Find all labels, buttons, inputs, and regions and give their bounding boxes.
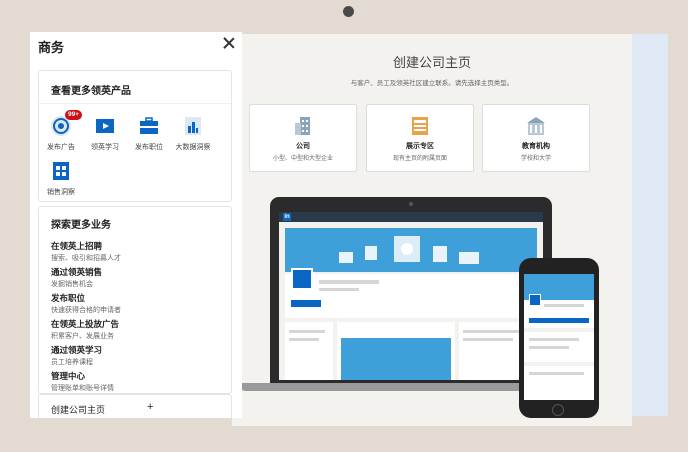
service-title: 发布职位 [51, 293, 86, 303]
follow-button [291, 300, 321, 307]
placeholder-line [463, 330, 523, 333]
service-title: 管理中心 [51, 371, 86, 381]
phone-logo [529, 294, 541, 306]
product-label: 领英学习 [91, 144, 119, 151]
service-desc: 发掘销售机会 [51, 281, 93, 288]
banner-illustration [339, 236, 479, 264]
placeholder-line [544, 304, 584, 307]
option-desc: 现有主页的附属页面 [392, 156, 447, 162]
product-jobs[interactable]: 发布职位 [127, 114, 171, 152]
product-label: 销售洞察 [47, 189, 75, 196]
plus-icon: + [147, 401, 154, 413]
service-recruit[interactable]: 在领英上招聘 搜索、吸引和招募人才 [51, 240, 121, 263]
service-title: 通过领英学习 [51, 345, 103, 355]
service-desc: 积累客户、发展业务 [51, 333, 114, 340]
page-title: 创建公司主页 [392, 55, 471, 70]
phone-button [529, 318, 589, 323]
target-icon: 99+ [49, 110, 83, 138]
create-page-label: 创建公司主页 [51, 405, 106, 415]
service-post-job[interactable]: 发布职位 快速获得合格的申请者 [51, 292, 121, 315]
close-icon[interactable] [222, 36, 236, 50]
create-page-link[interactable]: 创建公司主页 + [38, 394, 232, 418]
option-title: 展示专区 [406, 143, 434, 150]
placeholder-line [529, 372, 584, 375]
school-icon [525, 115, 547, 137]
placeholder-line [319, 288, 359, 291]
products-heading: 查看更多领英产品 [39, 71, 231, 104]
phone-home-button [552, 404, 564, 416]
placeholder-line [289, 338, 319, 341]
placeholder-line [289, 330, 325, 333]
option-company[interactable]: 公司 小型、中型和大型企业 [249, 104, 357, 172]
product-insights[interactable]: 大数据洞察 [171, 114, 215, 152]
phone-mockup [519, 258, 599, 418]
products-card: 查看更多领英产品 99+ 发布广告 领英学习 发布职位 大数据洞察 销售洞察 [38, 70, 232, 202]
feed-image [341, 338, 451, 380]
service-advertise[interactable]: 在领英上投放广告 积累客户、发展业务 [51, 318, 119, 341]
service-sales[interactable]: 通过领英销售 发掘销售机会 [51, 266, 102, 289]
background-strip [630, 34, 668, 416]
service-title: 在领英上招聘 [51, 241, 103, 251]
camera-dot [409, 202, 413, 206]
option-title: 公司 [296, 143, 310, 150]
service-title: 通过领英销售 [51, 267, 103, 277]
product-learning[interactable]: 领英学习 [83, 114, 127, 152]
business-panel: 商务 查看更多领英产品 99+ 发布广告 领英学习 发布职位 大数据洞察 销售洞… [30, 32, 242, 418]
insights-icon [181, 114, 205, 138]
placeholder-line [529, 346, 569, 349]
product-sales[interactable]: 销售洞察 [39, 159, 83, 197]
option-desc: 小型、中型和大型企业 [272, 156, 333, 162]
company-logo [291, 268, 313, 290]
laptop-mockup: in [270, 197, 552, 383]
window-dot [343, 6, 354, 17]
product-label: 发布广告 [47, 144, 75, 151]
building-icon [292, 115, 314, 137]
service-title: 在领英上投放广告 [51, 319, 120, 329]
service-desc: 管理账单和账号详情 [51, 385, 114, 392]
product-label: 大数据洞察 [175, 144, 211, 151]
placeholder-line [529, 338, 579, 341]
product-ads[interactable]: 99+ 发布广告 [39, 110, 83, 152]
laptop-nav: in [279, 212, 543, 222]
showcase-icon [409, 115, 431, 137]
notification-badge: 99+ [65, 110, 83, 120]
option-title: 教育机构 [522, 143, 550, 150]
option-desc: 学校和大学 [520, 156, 551, 162]
service-desc: 快速获得合格的申请者 [51, 307, 121, 314]
laptop-screen: in [279, 212, 543, 380]
service-learning[interactable]: 通过领英学习 员工培养课程 [51, 344, 102, 367]
play-icon [93, 114, 117, 138]
phone-screen [524, 274, 594, 400]
briefcase-icon [137, 114, 161, 138]
service-admin[interactable]: 管理中心 管理账单和账号详情 [51, 370, 114, 393]
placeholder-line [319, 280, 379, 284]
page-subtitle: 与客户、员工及领英社区建立联系。请先选择主页类型。 [350, 80, 514, 87]
sales-icon [49, 159, 73, 183]
linkedin-logo-icon: in [283, 213, 291, 221]
explore-heading: 探索更多业务 [51, 220, 111, 231]
option-showcase[interactable]: 展示专区 现有主页的附属页面 [366, 104, 474, 172]
option-school[interactable]: 教育机构 学校和大学 [482, 104, 590, 172]
create-company-page: 创建公司主页 与客户、员工及领英社区建立联系。请先选择主页类型。 公司 小型、中… [232, 34, 632, 426]
service-desc: 搜索、吸引和招募人才 [51, 255, 121, 262]
explore-card: 探索更多业务 在领英上招聘 搜索、吸引和招募人才 通过领英销售 发掘销售机会 发… [38, 206, 232, 394]
product-label: 发布职位 [135, 144, 163, 151]
panel-title: 商务 [38, 40, 65, 55]
placeholder-line [463, 338, 513, 341]
service-desc: 员工培养课程 [51, 359, 93, 366]
